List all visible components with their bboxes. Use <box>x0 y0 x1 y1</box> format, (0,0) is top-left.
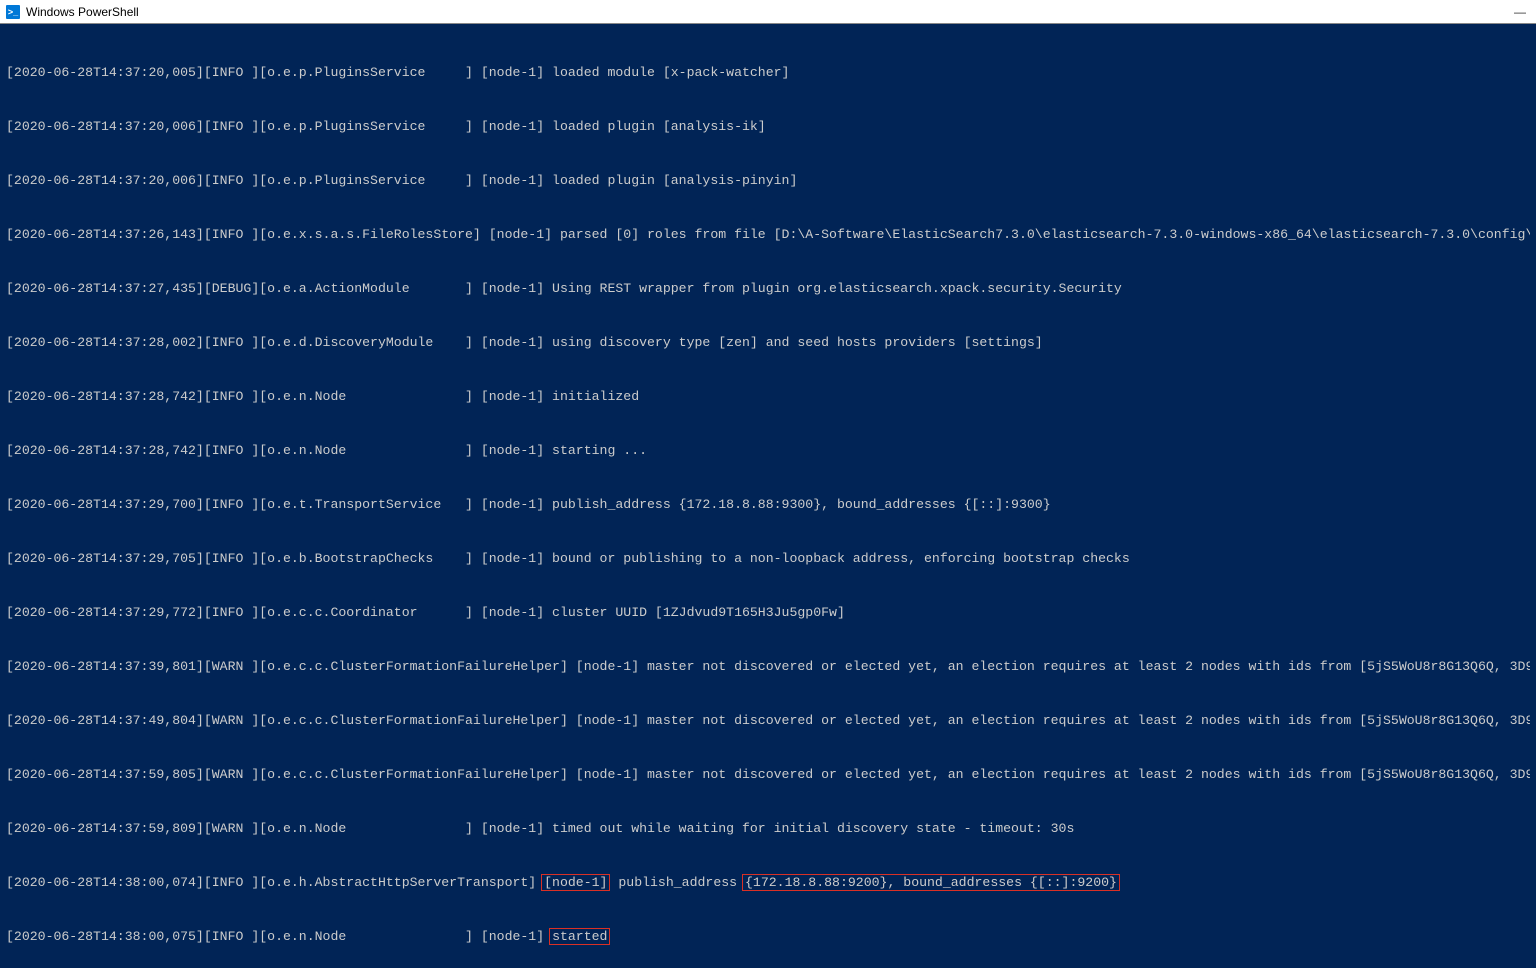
highlight-node: [node-1] <box>541 874 610 891</box>
log-mid: publish_address <box>610 875 745 890</box>
titlebar-controls: — <box>1514 5 1530 19</box>
log-line: [2020-06-28T14:37:59,809][WARN ][o.e.n.N… <box>6 820 1530 838</box>
highlight-started: started <box>549 928 610 945</box>
log-line-highlight: [2020-06-28T14:38:00,075][INFO ][o.e.n.N… <box>6 928 1530 946</box>
log-line: [2020-06-28T14:37:29,705][INFO ][o.e.b.B… <box>6 550 1530 568</box>
log-line: [2020-06-28T14:37:27,435][DEBUG][o.e.a.A… <box>6 280 1530 298</box>
log-prefix: [2020-06-28T14:38:00,074][INFO ][o.e.h.A… <box>6 875 544 890</box>
log-line: [2020-06-28T14:37:28,742][INFO ][o.e.n.N… <box>6 442 1530 460</box>
log-line: [2020-06-28T14:37:39,801][WARN ][o.e.c.c… <box>6 658 1530 676</box>
log-prefix: [2020-06-28T14:38:00,075][INFO ][o.e.n.N… <box>6 929 552 944</box>
minimize-button[interactable]: — <box>1514 5 1526 19</box>
titlebar-left: >_ Windows PowerShell <box>6 5 139 19</box>
window-title: Windows PowerShell <box>26 5 139 19</box>
log-line: [2020-06-28T14:37:28,002][INFO ][o.e.d.D… <box>6 334 1530 352</box>
powershell-icon: >_ <box>6 5 20 19</box>
highlight-address: {172.18.8.88:9200}, bound_addresses {[::… <box>742 874 1120 891</box>
log-line: [2020-06-28T14:37:20,006][INFO ][o.e.p.P… <box>6 118 1530 136</box>
log-line: [2020-06-28T14:37:29,772][INFO ][o.e.c.c… <box>6 604 1530 622</box>
log-line: [2020-06-28T14:37:26,143][INFO ][o.e.x.s… <box>6 226 1530 244</box>
log-line: [2020-06-28T14:37:28,742][INFO ][o.e.n.N… <box>6 388 1530 406</box>
log-line: [2020-06-28T14:37:20,005][INFO ][o.e.p.P… <box>6 64 1530 82</box>
log-line: [2020-06-28T14:37:59,805][WARN ][o.e.c.c… <box>6 766 1530 784</box>
log-line-highlight: [2020-06-28T14:38:00,074][INFO ][o.e.h.A… <box>6 874 1530 892</box>
log-line: [2020-06-28T14:37:29,700][INFO ][o.e.t.T… <box>6 496 1530 514</box>
terminal-output[interactable]: [2020-06-28T14:37:20,005][INFO ][o.e.p.P… <box>0 24 1536 968</box>
window-titlebar: >_ Windows PowerShell — <box>0 0 1536 24</box>
log-line: [2020-06-28T14:37:20,006][INFO ][o.e.p.P… <box>6 172 1530 190</box>
log-line: [2020-06-28T14:37:49,804][WARN ][o.e.c.c… <box>6 712 1530 730</box>
